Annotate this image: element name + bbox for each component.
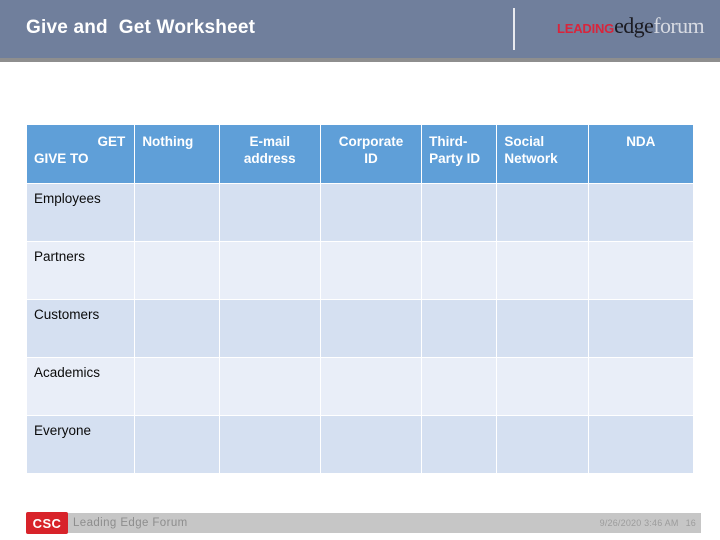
- page-title: Give and Get Worksheet: [26, 17, 256, 38]
- cell-customers-third-party-id[interactable]: [422, 300, 497, 357]
- cell-academics-nda[interactable]: [588, 358, 693, 415]
- corner-get-label: GET: [97, 134, 126, 149]
- footer-caption: Leading Edge Forum: [73, 517, 188, 529]
- cell-partners-social-network[interactable]: [497, 242, 588, 299]
- header-cell-corporate-id: Corporate ID: [320, 125, 422, 183]
- cell-academics-social-network[interactable]: [497, 358, 588, 415]
- cell-partners-corporate-id[interactable]: [320, 242, 422, 299]
- table-body: Employees Partners Customers Academics E…: [27, 184, 693, 473]
- cell-everyone-corporate-id[interactable]: [320, 416, 422, 473]
- row-label-employees: Employees: [27, 184, 135, 241]
- cell-partners-email-address[interactable]: [219, 242, 320, 299]
- cell-everyone-third-party-id[interactable]: [422, 416, 497, 473]
- row-label-customers: Customers: [27, 300, 135, 357]
- cell-employees-corporate-id[interactable]: [320, 184, 422, 241]
- cell-everyone-nothing[interactable]: [135, 416, 219, 473]
- cell-partners-nothing[interactable]: [135, 242, 219, 299]
- header-label-nda: NDA: [626, 134, 656, 149]
- row-label-everyone: Everyone: [27, 416, 135, 473]
- footer-slide-number: 16: [685, 518, 696, 528]
- footer-timestamp: 9/26/2020 3:46 AM: [599, 518, 679, 528]
- corner-give-to-label: GIVE TO: [34, 151, 89, 166]
- brand-edge-text: edge: [614, 13, 654, 38]
- cell-academics-email-address[interactable]: [219, 358, 320, 415]
- header-label-social-line2: Network: [504, 151, 558, 166]
- header-cell-email-address: E-mail address: [219, 125, 320, 183]
- header-label-corporate-line2: ID: [364, 151, 378, 166]
- table-row: Everyone: [27, 416, 693, 473]
- table-row: Partners: [27, 242, 693, 299]
- table-row: Customers: [27, 300, 693, 357]
- cell-customers-email-address[interactable]: [219, 300, 320, 357]
- cell-academics-corporate-id[interactable]: [320, 358, 422, 415]
- cell-everyone-nda[interactable]: [588, 416, 693, 473]
- brand-forum-text: forum: [653, 13, 704, 38]
- table-header-row: GET GIVE TO Nothing E-mail address Corpo…: [27, 125, 693, 183]
- cell-employees-nda[interactable]: [588, 184, 693, 241]
- cell-everyone-social-network[interactable]: [497, 416, 588, 473]
- header-label-email-line2: address: [243, 151, 296, 166]
- cell-academics-third-party-id[interactable]: [422, 358, 497, 415]
- header-cell-nda: NDA: [588, 125, 693, 183]
- cell-employees-third-party-id[interactable]: [422, 184, 497, 241]
- csc-logo: CSC: [26, 512, 68, 534]
- header-cell-corner: GET GIVE TO: [27, 125, 135, 183]
- cell-academics-nothing[interactable]: [135, 358, 219, 415]
- cell-employees-social-network[interactable]: [497, 184, 588, 241]
- header-label-third-line1: Third-: [429, 134, 468, 149]
- cell-partners-third-party-id[interactable]: [422, 242, 497, 299]
- cell-customers-social-network[interactable]: [497, 300, 588, 357]
- cell-employees-nothing[interactable]: [135, 184, 219, 241]
- cell-partners-nda[interactable]: [588, 242, 693, 299]
- header-label-social-line1: Social: [504, 134, 545, 149]
- cell-customers-nothing[interactable]: [135, 300, 219, 357]
- cell-employees-email-address[interactable]: [219, 184, 320, 241]
- brand-leading-text: LEADING: [556, 21, 615, 36]
- table-header: GET GIVE TO Nothing E-mail address Corpo…: [27, 125, 693, 183]
- cell-customers-corporate-id[interactable]: [320, 300, 422, 357]
- cell-everyone-email-address[interactable]: [219, 416, 320, 473]
- table-row: Academics: [27, 358, 693, 415]
- brand-divider: [513, 8, 515, 50]
- row-label-academics: Academics: [27, 358, 135, 415]
- header-label-nothing: Nothing: [142, 134, 194, 149]
- header-cell-third-party-id: Third- Party ID: [422, 125, 497, 183]
- row-label-partners: Partners: [27, 242, 135, 299]
- cell-customers-nda[interactable]: [588, 300, 693, 357]
- header-label-email-line1: E-mail: [249, 134, 290, 149]
- leading-edge-forum-logo: LEADING edge forum: [556, 13, 705, 41]
- header-label-third-line2: Party ID: [429, 151, 481, 166]
- give-and-get-worksheet-table: GET GIVE TO Nothing E-mail address Corpo…: [26, 124, 694, 474]
- header-cell-social-network: Social Network: [497, 125, 588, 183]
- table-row: Employees: [27, 184, 693, 241]
- header-label-corporate-line1: Corporate: [338, 134, 404, 149]
- footer-meta: 9/26/2020 3:46 AM 16: [600, 518, 696, 528]
- header-underline: [0, 58, 720, 62]
- header-cell-nothing: Nothing: [135, 125, 219, 183]
